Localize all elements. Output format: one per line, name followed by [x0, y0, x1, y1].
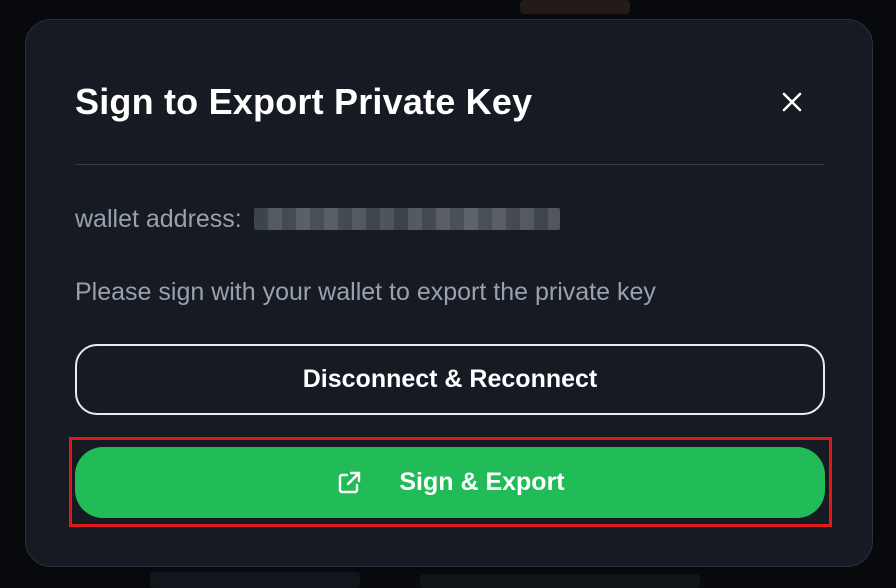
sign-export-button[interactable]: Sign & Export — [75, 447, 825, 518]
sign-instruction-text: Please sign with your wallet to export t… — [75, 278, 656, 306]
export-private-key-modal: Sign to Export Private Key wallet addres… — [25, 19, 873, 567]
sign-export-label: Sign & Export — [399, 468, 565, 496]
wallet-address-row: wallet address: — [75, 203, 560, 235]
header-divider — [75, 164, 825, 165]
disconnect-reconnect-button[interactable]: Disconnect & Reconnect — [75, 344, 825, 415]
disconnect-reconnect-label: Disconnect & Reconnect — [302, 365, 598, 393]
external-link-icon — [335, 469, 363, 497]
background-blur-shape — [520, 0, 630, 14]
background-blur-shape — [420, 574, 700, 588]
modal-title: Sign to Export Private Key — [75, 81, 533, 122]
background-blur-shape — [150, 572, 360, 588]
wallet-address-value-redacted — [253, 208, 560, 230]
wallet-address-label: wallet address: — [75, 204, 242, 233]
close-icon — [782, 92, 802, 112]
close-button[interactable] — [772, 84, 812, 120]
